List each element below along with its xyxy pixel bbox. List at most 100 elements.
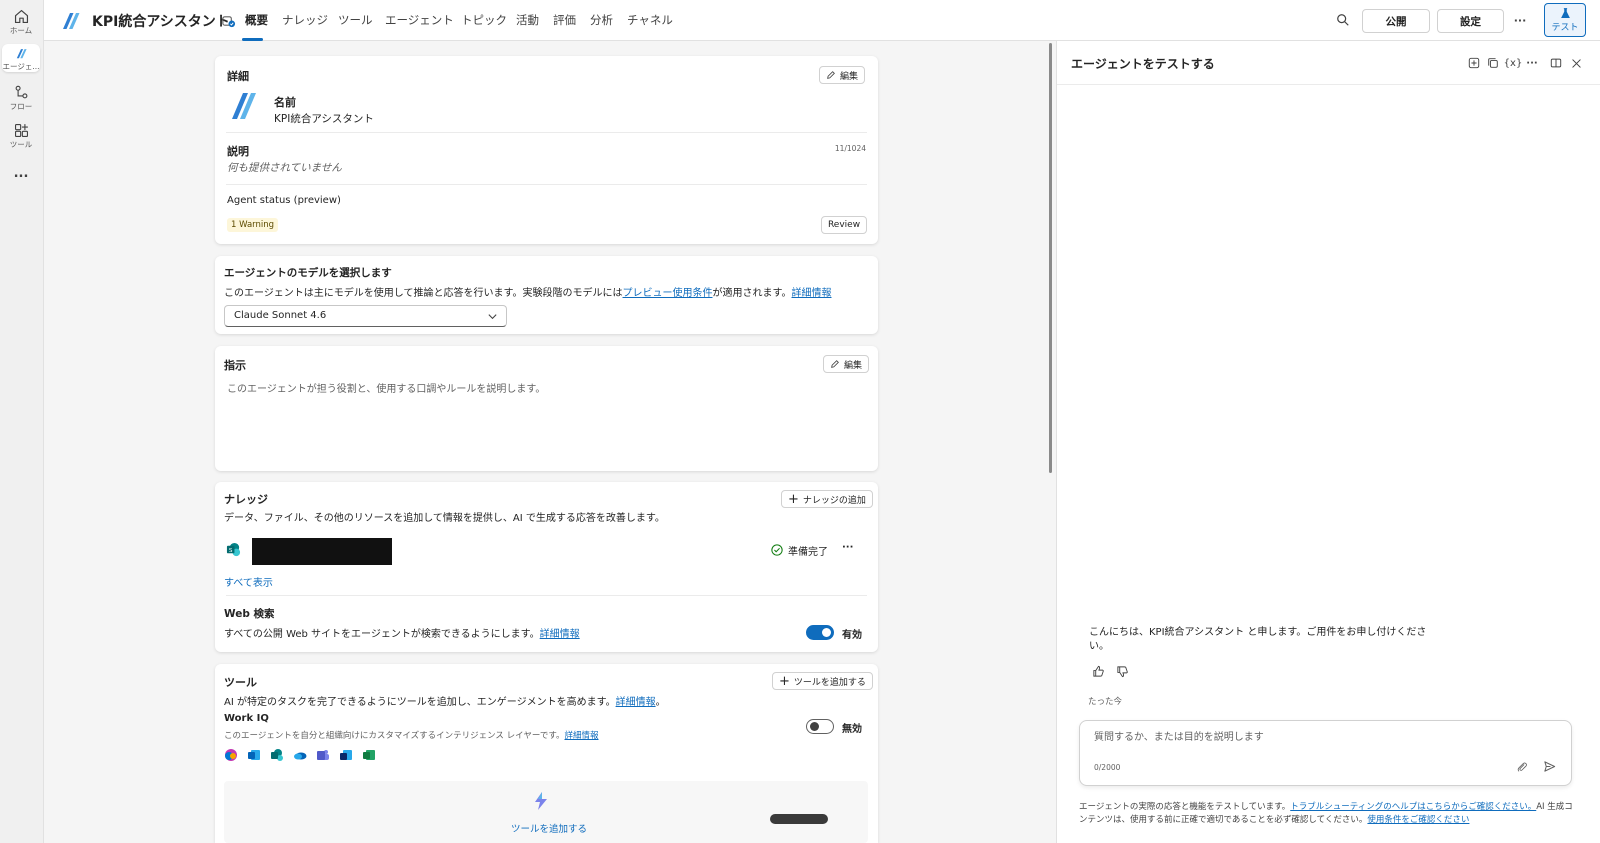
- tab-knowledge[interactable]: ナレッジ: [282, 12, 328, 28]
- tab-overview[interactable]: 概要: [245, 12, 268, 28]
- excel-icon: [363, 750, 375, 760]
- tab-evaluation[interactable]: 評価: [553, 12, 576, 28]
- active-tab-indicator: [242, 38, 263, 41]
- web-search-desc-text: すべての公開 Web サイトをエージェントが検索できるようにします。: [224, 629, 540, 640]
- test-panel-footer: エージェントの実際の応答と機能をテストしています。トラブルシューティングのヘルプ…: [1079, 801, 1574, 827]
- model-heading: エージェントのモデルを選択します: [224, 267, 392, 279]
- sharepoint-icon: [271, 749, 283, 761]
- chat-input-placeholder: 質問するか、または目的を説明します: [1094, 732, 1264, 743]
- rail-tools[interactable]: ツール: [2, 122, 40, 150]
- tab-channels[interactable]: チャネル: [627, 12, 673, 28]
- message-timestamp: たった今: [1088, 697, 1123, 707]
- description-value: 何も提供されていません: [227, 162, 342, 174]
- details-edit-label: 編集: [840, 71, 859, 82]
- main-scrollbar[interactable]: [1049, 43, 1052, 473]
- home-icon: [14, 9, 28, 24]
- knowledge-card: ナレッジ + ナレッジの追加 データ、ファイル、その他のリソースを追加して情報を…: [215, 482, 878, 652]
- instructions-card: 指示 編集 このエージェントが担う役割と、使用する口調やルールを説明します。: [215, 346, 878, 471]
- workiq-toggle[interactable]: [806, 719, 834, 734]
- outlook-icon: [248, 750, 260, 760]
- web-search-state: 有効: [842, 630, 862, 641]
- tools-learn-more-link[interactable]: 詳細情報: [616, 697, 656, 708]
- new-chat-icon[interactable]: [1467, 56, 1481, 70]
- workiq-heading: Work IQ: [224, 713, 269, 724]
- warning-badge: 1 Warning: [227, 218, 279, 232]
- plus-icon: +: [788, 491, 799, 507]
- description-label: 説明: [227, 145, 249, 158]
- instructions-input[interactable]: このエージェントが担う役割と、使用する口調やルールを説明します。: [227, 380, 545, 395]
- web-search-learn-more-link[interactable]: 詳細情報: [540, 629, 580, 640]
- name-value: KPI統合アシスタント: [274, 113, 374, 125]
- pencil-icon: [831, 360, 839, 368]
- onedrive-icon: [294, 752, 307, 760]
- settings-button[interactable]: 設定: [1437, 9, 1504, 33]
- rail-flow[interactable]: フロー: [2, 84, 40, 112]
- search-icon[interactable]: [1335, 12, 1351, 28]
- test-button[interactable]: テスト: [1544, 3, 1586, 37]
- panel-divider: [1057, 84, 1600, 85]
- terms-of-use-link[interactable]: 使用条件をご確認ください: [1367, 815, 1469, 825]
- model-learn-more-link[interactable]: 詳細情報: [792, 288, 832, 299]
- chevron-down-icon: [488, 314, 497, 320]
- agent-sync-icon[interactable]: [221, 13, 236, 28]
- footer-text-1: エージェントの実際の応答と機能をテストしています。: [1079, 802, 1291, 812]
- svg-text:S: S: [229, 548, 233, 554]
- show-all-link[interactable]: すべて表示: [224, 574, 273, 589]
- web-search-toggle[interactable]: [806, 625, 834, 640]
- knowledge-item-more-icon[interactable]: ···: [842, 542, 853, 553]
- instructions-edit-button[interactable]: 編集: [823, 355, 870, 373]
- tab-activity[interactable]: 活動: [516, 12, 539, 28]
- paperclip-icon[interactable]: [1516, 761, 1528, 773]
- details-heading: 詳細: [227, 70, 249, 83]
- add-knowledge-button[interactable]: + ナレッジの追加: [781, 490, 873, 508]
- variables-icon[interactable]: {x}: [1504, 56, 1523, 70]
- model-select-value: Claude Sonnet 4.6: [234, 310, 327, 321]
- left-rail: ホーム エージェ... フロー ツール ...: [0, 0, 44, 843]
- send-icon[interactable]: [1543, 760, 1556, 773]
- split-view-icon[interactable]: [1549, 56, 1563, 70]
- thumbs-down-icon[interactable]: [1116, 665, 1129, 678]
- thumbs-up-icon[interactable]: [1092, 665, 1105, 678]
- knowledge-item[interactable]: S 準備完了 ···: [226, 538, 866, 565]
- name-label: 名前: [274, 96, 296, 109]
- agent-status-label: Agent status (preview): [227, 195, 341, 206]
- rail-home[interactable]: ホーム: [2, 8, 40, 36]
- more-options-icon[interactable]: ···: [1512, 12, 1528, 28]
- tools-icon: [14, 123, 28, 138]
- workiq-learn-more-link[interactable]: 詳細情報: [565, 731, 599, 741]
- tools-card: ツール + ツールを追加する AI が特定のタスクを完了できるようにツールを追加…: [215, 664, 878, 843]
- chat-input[interactable]: 質問するか、または目的を説明します 0/2000: [1079, 720, 1572, 786]
- rail-agents[interactable]: エージェ...: [2, 44, 40, 72]
- tab-agents[interactable]: エージェント: [385, 12, 454, 28]
- divider: [226, 595, 867, 596]
- add-tool-button[interactable]: + ツールを追加する: [772, 672, 873, 690]
- tab-analytics[interactable]: 分析: [590, 12, 613, 28]
- workiq-description: このエージェントを自分と組織向けにカスタマイズするインテリジェンス レイヤーです…: [224, 729, 599, 741]
- add-tool-area[interactable]: ツールを追加する: [224, 781, 868, 843]
- copy-icon[interactable]: [1486, 56, 1500, 70]
- add-tool-cta[interactable]: ツールを追加する: [511, 821, 587, 835]
- copilot-icon: [225, 749, 237, 761]
- more-icon[interactable]: ...: [2, 166, 40, 181]
- tools-desc-text: AI が特定のタスクを完了できるようにツールを追加し、エンゲージメントを高めます…: [224, 697, 616, 708]
- tab-tools[interactable]: ツール: [338, 12, 373, 28]
- troubleshooting-link[interactable]: トラブルシューティングのヘルプはこちらからご確認ください。: [1290, 802, 1536, 812]
- pencil-icon: [827, 71, 835, 79]
- preview-terms-link[interactable]: プレビュー使用条件: [623, 288, 713, 299]
- publish-button[interactable]: 公開: [1362, 9, 1430, 33]
- agent-icon: [16, 49, 27, 59]
- tab-topics[interactable]: トピック: [461, 12, 507, 28]
- test-button-label: テスト: [1551, 23, 1579, 33]
- knowledge-description: データ、ファイル、その他のリソースを追加して情報を提供し、AI で生成する応答を…: [224, 513, 665, 524]
- test-panel-title: エージェントをテストする: [1071, 57, 1215, 71]
- rail-tools-label: ツール: [9, 140, 33, 149]
- add-knowledge-label: ナレッジの追加: [802, 495, 866, 506]
- details-edit-button[interactable]: 編集: [819, 66, 866, 84]
- teams-icon: [317, 750, 329, 760]
- tools-description: AI が特定のタスクを完了できるようにツールを追加し、エンゲージメントを高めます…: [224, 693, 666, 708]
- review-button[interactable]: Review: [821, 216, 867, 234]
- close-icon[interactable]: [1569, 56, 1583, 70]
- test-panel: エージェントをテストする {x} ··· こんにちは、KPI統合アシスタント と…: [1056, 41, 1600, 843]
- model-select[interactable]: Claude Sonnet 4.6: [224, 305, 507, 327]
- panel-more-icon[interactable]: ···: [1525, 56, 1539, 70]
